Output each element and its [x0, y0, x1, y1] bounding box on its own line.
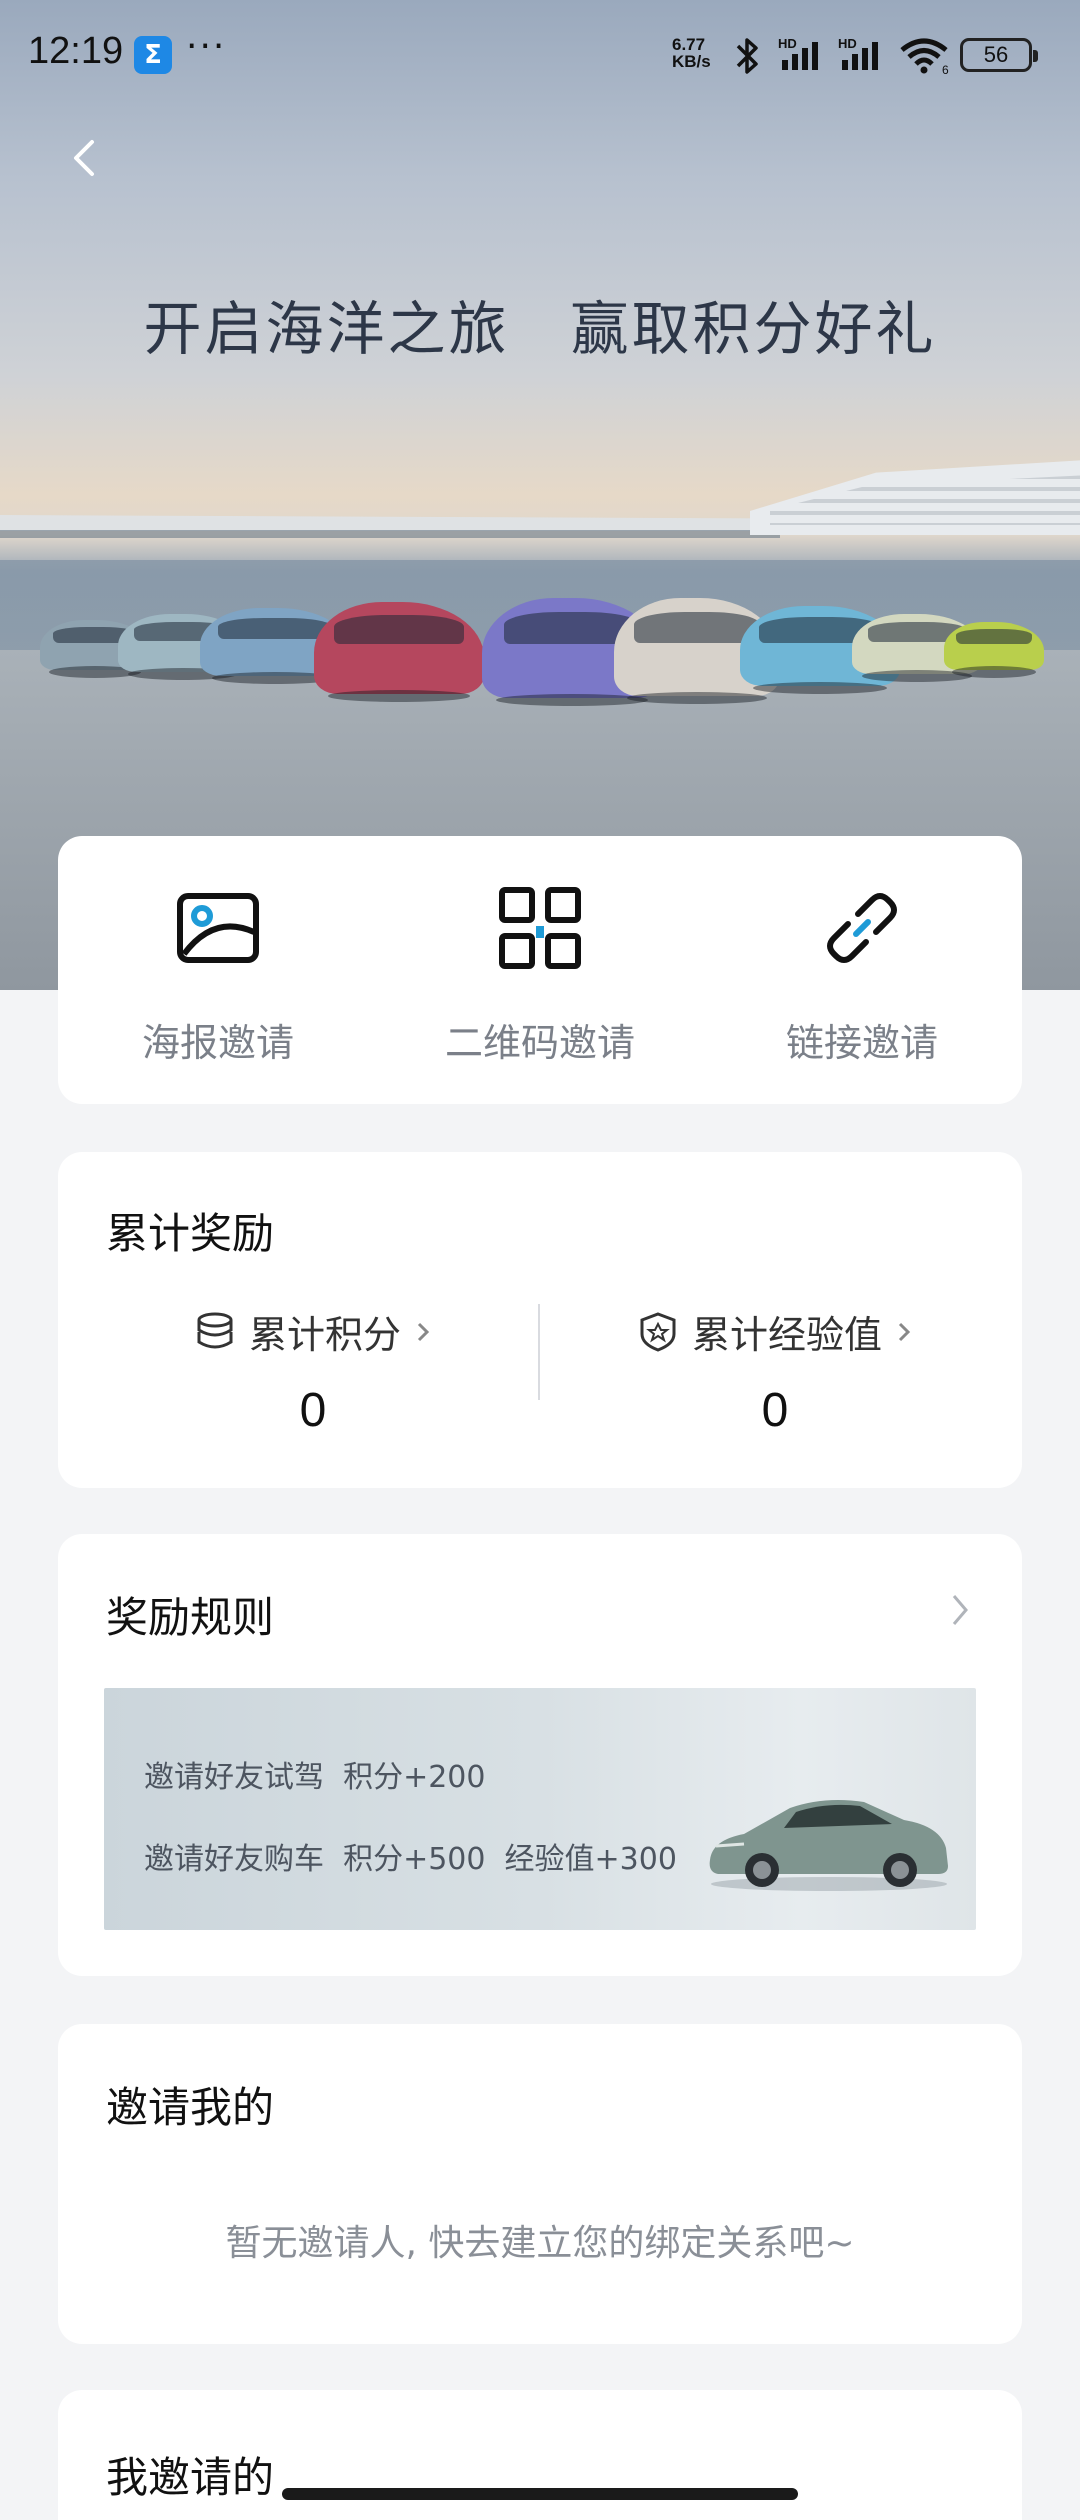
svg-text:HD: HD	[838, 36, 857, 51]
rule-purchase: 邀请好友购车 积分+500 经验值+300	[144, 1842, 677, 1877]
link-invite-label: 链接邀请	[785, 1021, 938, 1065]
svg-text:6: 6	[942, 63, 949, 76]
back-arrow-icon[interactable]	[64, 136, 108, 180]
points-stat[interactable]: 累计积分 0	[98, 1304, 528, 1438]
svg-text:HD: HD	[778, 36, 797, 51]
status-bar: 12:19 Σ ··· 6.77 KB/s HD HD 6 56	[0, 0, 1080, 110]
wifi-icon: 6	[898, 36, 954, 80]
poster-invite-label: 海报邀请	[141, 1021, 294, 1065]
bluetooth-icon	[736, 38, 758, 74]
reward-rules-card[interactable]: 奖励规则 邀请好友试驾 积分+200 邀请好友购车 积分+500 经验值+300	[58, 1534, 1022, 1976]
qr-code-icon	[499, 887, 581, 969]
chevron-right-icon	[898, 1322, 911, 1341]
points-label: 累计积分	[248, 1313, 401, 1357]
car-image	[709, 1800, 948, 1891]
network-speed: 6.77 KB/s	[672, 36, 711, 70]
rules-title: 奖励规则	[106, 1593, 275, 1642]
cellular-signal-icon: HD	[778, 36, 834, 80]
link-invite-button[interactable]: 链接邀请	[702, 884, 1022, 1067]
my-inviter-card: 邀请我的 暂无邀请人, 快去建立您的绑定关系吧~	[58, 2024, 1022, 2344]
qrcode-invite-button[interactable]: 二维码邀请	[380, 884, 700, 1067]
empty-inviter-message: 暂无邀请人, 快去建立您的绑定关系吧~	[225, 2223, 855, 2264]
network-speed-value: 6.77	[672, 35, 706, 54]
status-time: 12:19	[28, 30, 124, 72]
points-value: 0	[299, 1384, 327, 1437]
shield-star-icon	[640, 1311, 676, 1352]
qrcode-invite-label: 二维码邀请	[444, 1021, 635, 1065]
network-speed-unit: KB/s	[672, 52, 711, 71]
my-invited-card: 我邀请的	[58, 2390, 1022, 2520]
link-icon	[827, 893, 897, 963]
rules-banner: 邀请好友试驾 积分+200 邀请好友购车 积分+500 经验值+300	[104, 1688, 976, 1930]
experience-label: 累计经验值	[691, 1313, 882, 1357]
hero-title: 开启海洋之旅 赢取积分好礼	[143, 295, 937, 363]
poster-invite-button[interactable]: 海报邀请	[58, 884, 378, 1067]
chevron-right-icon	[417, 1322, 430, 1341]
more-notifications-icon: ···	[186, 26, 227, 67]
rule-test-drive: 邀请好友试驾 积分+200	[144, 1760, 486, 1795]
home-indicator[interactable]	[282, 2488, 798, 2500]
poster-image-icon	[177, 893, 259, 963]
cellular-signal-icon: HD	[838, 36, 894, 80]
experience-value: 0	[761, 1384, 789, 1437]
car-image	[944, 622, 1044, 678]
stat-divider	[538, 1304, 540, 1400]
my-invited-title: 我邀请的	[106, 2453, 275, 2502]
chevron-right-icon[interactable]	[946, 1590, 974, 1630]
my-inviter-title: 邀请我的	[106, 2083, 275, 2132]
invite-methods-card: 海报邀请 二维码邀请 链接邀请	[58, 836, 1022, 1104]
rewards-title: 累计奖励	[106, 1209, 275, 1258]
experience-stat[interactable]: 累计经验值 0	[560, 1304, 990, 1438]
coins-icon	[197, 1312, 233, 1348]
battery-indicator: 56	[960, 38, 1038, 72]
accumulated-rewards-card: 累计奖励 累计积分 0 累计经验值 0	[58, 1152, 1022, 1488]
app-notification-icon: Σ	[134, 36, 172, 74]
